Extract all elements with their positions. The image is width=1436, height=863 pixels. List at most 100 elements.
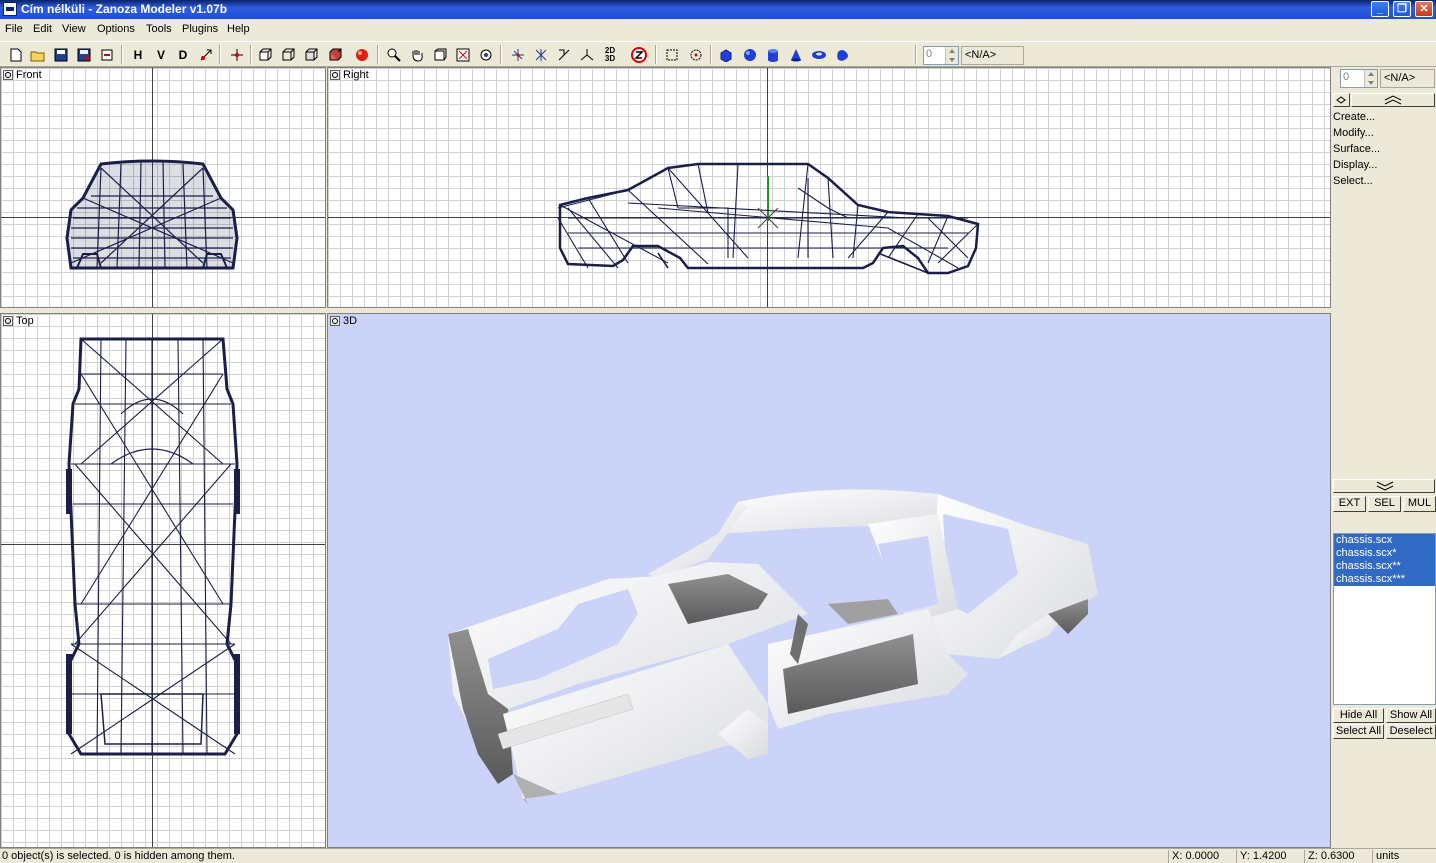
coord-3d-label: 3D [604,54,616,63]
right-view-menu-icon[interactable] [330,70,340,80]
right-panel: 0 <N/A> Create... Modify... Surface... D… [1331,67,1436,848]
z-axis-icon[interactable] [629,45,649,65]
menu-view[interactable]: View [62,23,86,35]
view-v-button[interactable]: V [151,45,171,65]
object-list-item[interactable]: chassis.scx** [1334,560,1435,573]
front-viewport[interactable]: Front [0,67,326,308]
select-all-button[interactable]: Select All [1333,724,1384,739]
menu-help[interactable]: Help [227,23,250,35]
create-sphere-icon[interactable] [740,45,760,65]
coord-2d3d-icon[interactable]: 2D 3D [600,45,620,65]
panel-scroll-down-button[interactable] [1333,479,1435,493]
mul-button[interactable]: MUL [1403,496,1436,512]
object-list-item[interactable]: chassis.scx* [1334,547,1435,560]
panel-spinner-value: 0 [1343,71,1350,83]
revert-icon[interactable] [97,45,117,65]
save-as-icon[interactable] [74,45,94,65]
units-label: units [1372,850,1434,863]
z-coordinate: Z: 0.6300 [1304,850,1371,863]
view-h-button[interactable]: H [128,45,148,65]
front-wireframe [65,159,239,270]
status-message: 0 object(s) is selected. 0 is hidden amo… [2,850,235,862]
right-viewport[interactable]: Right [327,67,1331,308]
box-solid-icon[interactable] [301,45,321,65]
menu-tools[interactable]: Tools [146,23,172,35]
minimize-button[interactable]: _ [1371,1,1389,17]
create-command[interactable]: Create... [1333,111,1375,123]
create-cylinder-icon[interactable] [763,45,783,65]
pan-hand-icon[interactable] [407,45,427,65]
diamond-toggle-icon [1336,96,1346,104]
status-bar: 0 object(s) is selected. 0 is hidden amo… [0,848,1436,863]
scale-icon[interactable] [196,45,216,65]
toolbar-selection-field[interactable]: <N/A> [961,46,1024,65]
perspective-view-menu-icon[interactable] [330,316,340,326]
view-d-button[interactable]: D [173,45,193,65]
window-title: Cím nélküli - Zanoza Modeler v1.07b [21,2,228,16]
zoom-all-icon[interactable] [476,45,496,65]
vertex-select-icon[interactable] [227,45,247,65]
double-chevron-down-icon [1376,481,1394,491]
object-list[interactable]: chassis.scx chassis.scx* chassis.scx** c… [1333,533,1436,705]
front-view-menu-icon[interactable] [3,70,13,80]
toolbar-spinner[interactable]: 0 [923,46,959,65]
hide-all-button[interactable]: Hide All [1333,708,1384,723]
menu-options[interactable]: Options [97,23,135,35]
toolbar-spinner-value: 0 [926,48,933,60]
y-coordinate: Y: 1.4200 [1236,850,1303,863]
mirror-icon[interactable] [554,45,574,65]
sel-button[interactable]: SEL [1368,496,1401,512]
x-coordinate: X: 0.0000 [1168,850,1235,863]
menu-plugins[interactable]: Plugins [182,23,218,35]
create-blob-icon[interactable] [832,45,852,65]
save-icon[interactable] [51,45,71,65]
perspective-viewport[interactable]: 3D [327,313,1331,848]
select-circle-icon[interactable] [686,45,706,65]
select-region-icon[interactable] [662,45,682,65]
zoom-region-icon[interactable] [453,45,473,65]
surface-command[interactable]: Surface... [1333,143,1380,155]
panel-toggle-button[interactable] [1333,93,1350,107]
close-button[interactable]: ✕ [1415,1,1433,17]
ext-button[interactable]: EXT [1333,496,1366,512]
select-command[interactable]: Select... [1333,175,1373,187]
box-wire-icon[interactable] [278,45,298,65]
display-command[interactable]: Display... [1333,159,1377,171]
rotate-icon[interactable] [531,45,551,65]
box-view-icon[interactable] [255,45,275,65]
modify-command[interactable]: Modify... [1333,127,1374,139]
right-viewport-label: Right [343,69,369,81]
move-icon[interactable] [508,45,528,65]
object-list-item[interactable]: chassis.scx*** [1334,573,1435,586]
panel-scroll-up-button[interactable] [1351,93,1435,107]
zoom-icon[interactable] [384,45,404,65]
car-body-3d-render [448,489,1098,804]
axis-icon[interactable] [577,45,597,65]
top-view-menu-icon[interactable] [3,316,13,326]
restore-button[interactable]: ❐ [1393,1,1411,17]
create-torus-icon[interactable] [809,45,829,65]
create-box-icon[interactable] [716,45,736,65]
menu-edit[interactable]: Edit [33,23,52,35]
menu-file[interactable]: File [5,23,23,35]
object-list-item[interactable]: chassis.scx [1334,534,1435,547]
deselect-button[interactable]: Deselect [1386,724,1436,739]
perspective-viewport-label: 3D [343,315,358,327]
render-sphere-icon[interactable] [352,45,372,65]
main-toolbar: H V D 2D 3D 0 <N/A> [0,41,1436,67]
panel-selection-field[interactable]: <N/A> [1380,69,1435,88]
title-bar: Cím nélküli - Zanoza Modeler v1.07b _ ❐ … [0,0,1436,19]
top-wireframe [66,337,240,756]
top-viewport-label: Top [16,315,34,327]
new-file-icon[interactable] [6,45,26,65]
show-all-button[interactable]: Show All [1386,708,1436,723]
top-viewport[interactable]: Top [0,313,326,848]
box-shaded-icon[interactable] [325,45,345,65]
right-wireframe [557,162,980,275]
front-viewport-label: Front [16,69,42,81]
menu-bar: File Edit View Options Tools Plugins Hel… [0,20,1436,39]
zoom-extents-icon[interactable] [430,45,450,65]
open-folder-icon[interactable] [28,45,48,65]
panel-spinner[interactable]: 0 [1340,69,1378,88]
create-cone-icon[interactable] [786,45,806,65]
